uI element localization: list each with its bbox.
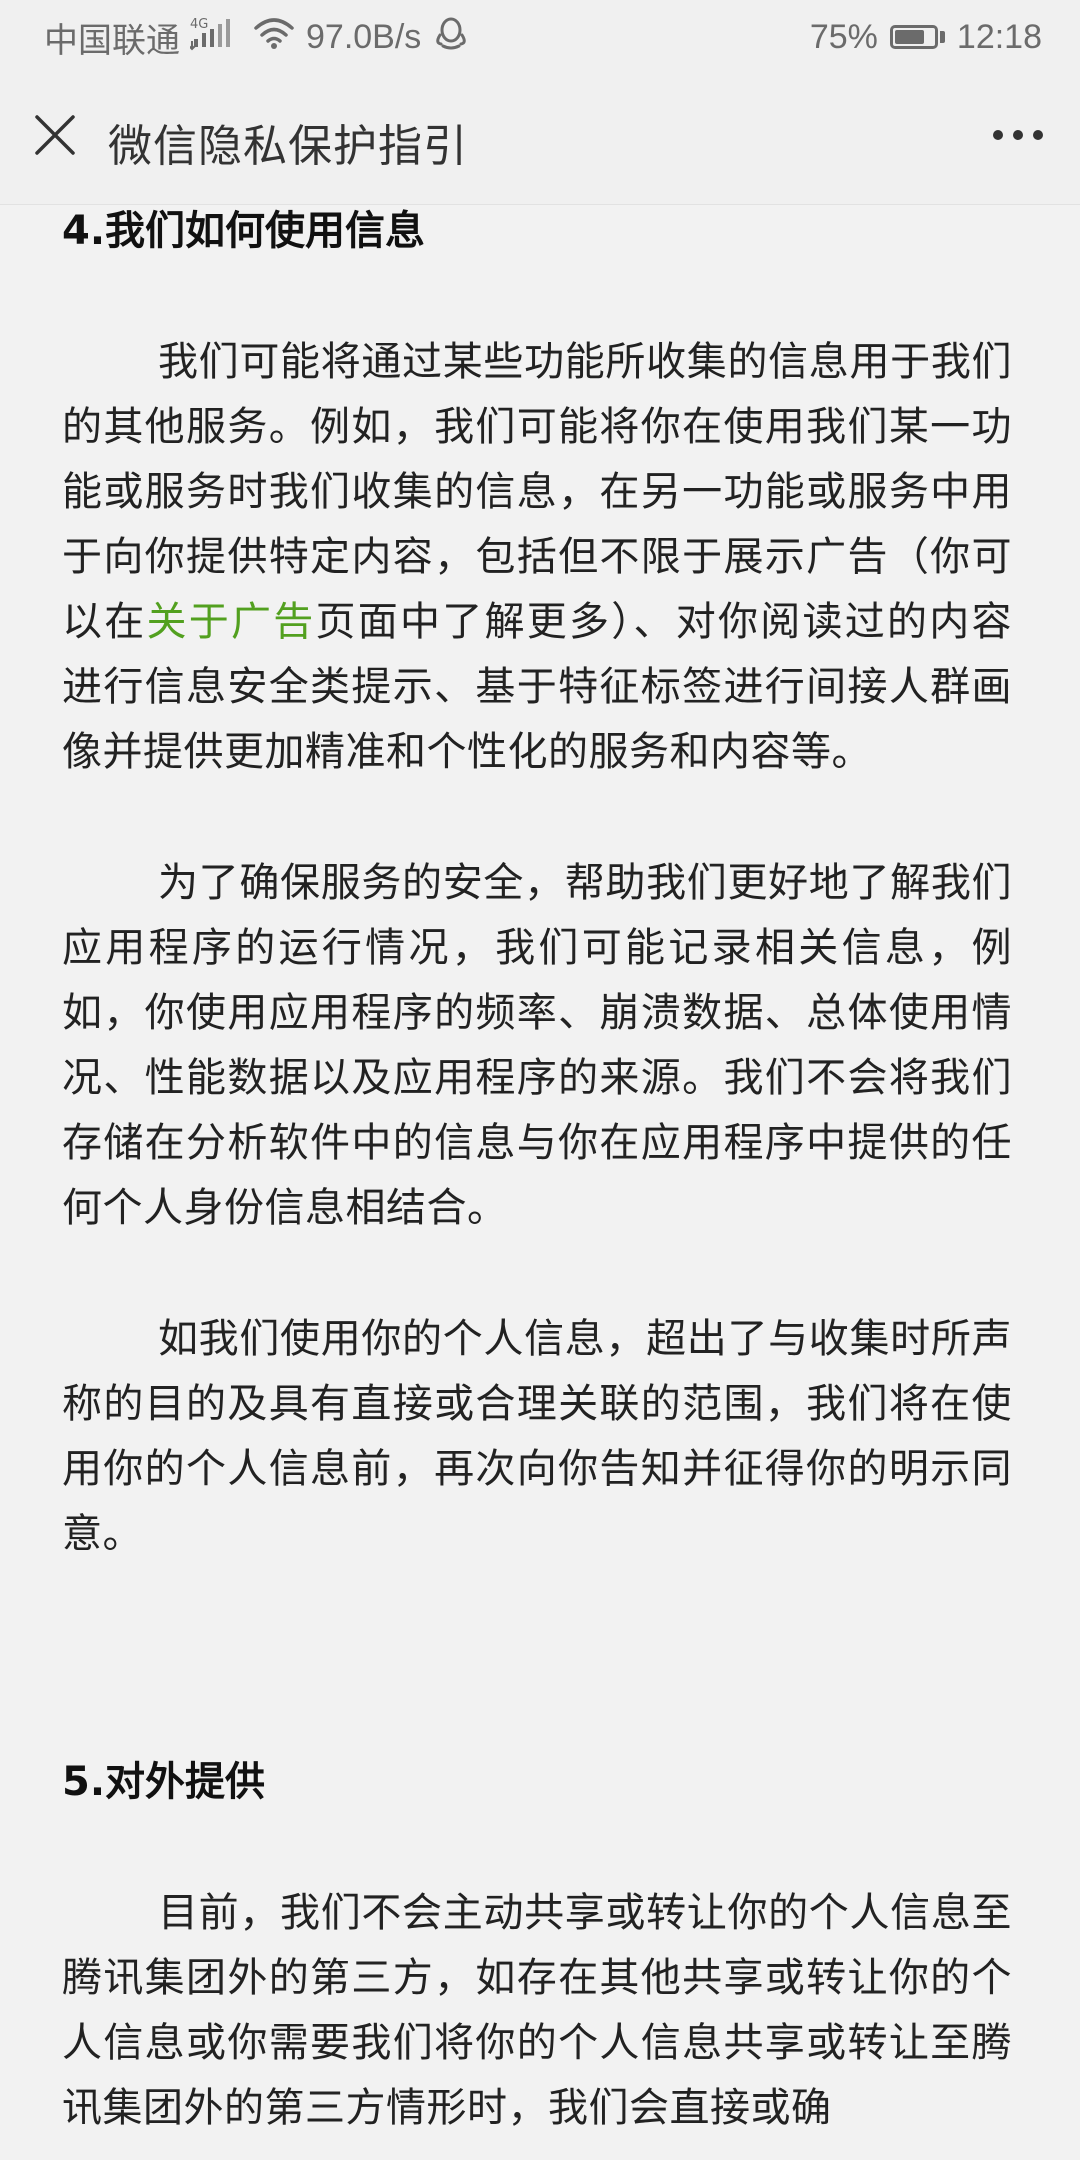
carrier-name: 中国联通 xyxy=(44,21,180,60)
section-heading-5: 5.对外提供 xyxy=(62,1759,266,1805)
more-dots-icon xyxy=(993,130,1043,140)
article-content: 4.我们如何使用信息 我们可能将通过某些功能所收集的信息用于我们的其他服务。例如… xyxy=(62,204,1012,2141)
nav-bar: 微信隐私保护指引 xyxy=(0,74,1080,205)
status-bar-right: 75% 12:18 xyxy=(810,16,1042,58)
status-bar: 中国联通 4G 97.0B/s 75% 12:18 xyxy=(0,0,1080,74)
wifi-icon xyxy=(252,16,296,59)
more-options-button[interactable] xyxy=(978,104,1058,166)
network-badge: 4G xyxy=(190,17,208,32)
qq-penguin-icon xyxy=(431,13,471,62)
network-speed: 97.0B/s xyxy=(306,17,422,56)
section-heading-4: 4.我们如何使用信息 xyxy=(62,208,426,254)
clock: 12:18 xyxy=(956,17,1042,56)
close-icon xyxy=(35,115,75,155)
paragraph-usage-1: 我们可能将通过某些功能所收集的信息用于我们的其他服务。例如，我们可能将你在使用我… xyxy=(62,330,1012,785)
about-ads-link[interactable]: 关于广告 xyxy=(147,599,316,645)
page-title: 微信隐私保护指引 xyxy=(108,121,468,172)
close-button[interactable] xyxy=(24,104,86,166)
paragraph-usage-2: 为了确保服务的安全，帮助我们更好地了解我们应用程序的运行情况，我们可能记录相关信… xyxy=(62,860,1012,1231)
paragraph-sharing-1: 目前，我们不会主动共享或转让你的个人信息至腾讯集团外的第三方，如存在其他共享或转… xyxy=(62,1890,1012,2131)
signal-icon: 4G xyxy=(187,15,242,60)
battery-icon xyxy=(889,25,945,49)
status-bar-left: 中国联通 4G 97.0B/s xyxy=(44,15,471,60)
battery-percent: 75% xyxy=(809,17,878,56)
battery-fill xyxy=(894,30,924,44)
paragraph-usage-3: 如我们使用你的个人信息，超出了与收集时所声称的目的及具有直接或合理关联的范围，我… xyxy=(62,1316,1012,1557)
